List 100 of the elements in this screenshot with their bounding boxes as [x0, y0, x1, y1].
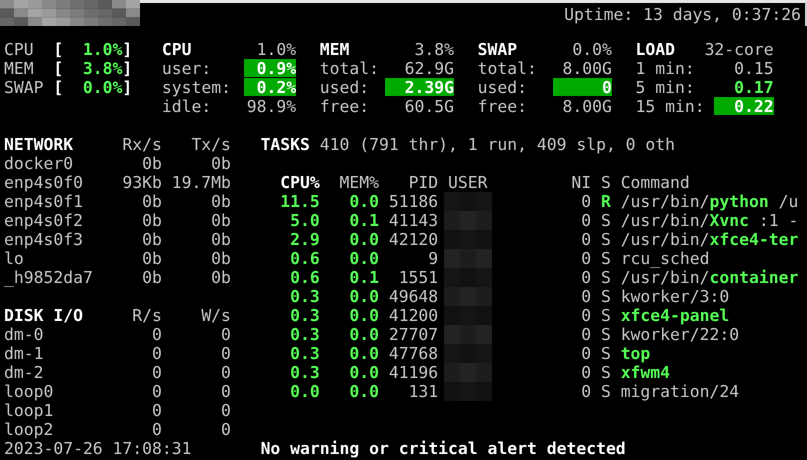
mem-percent-cell-text: 0.0 — [348, 230, 379, 249]
process-name: migration/24 — [620, 382, 740, 401]
pid-cell-text: 131 — [408, 382, 438, 401]
command-args: /u — [778, 192, 798, 211]
state-cell: R — [600, 192, 611, 211]
tx-rate: 0b — [210, 192, 231, 211]
column-header[interactable]: Command — [620, 173, 690, 192]
disk-name: dm-0 — [4, 325, 44, 344]
column-header[interactable]: MEM% — [320, 173, 379, 192]
section-total: 3.8% — [414, 40, 454, 59]
stat-value: 0.9% — [244, 59, 296, 77]
bracket-text: ] — [122, 59, 132, 78]
mem-percent-cell-text: 0.0 — [348, 287, 379, 306]
meter-label: SWAP — [4, 78, 44, 97]
stat-value: 98.9% — [246, 97, 296, 115]
nice-cell-text: 0 — [580, 192, 592, 211]
section-title: NETWORK — [4, 135, 74, 154]
section-total: 1.0% — [256, 40, 296, 59]
process-name: top — [620, 344, 650, 363]
state-cell: S — [600, 230, 611, 249]
interface-name: _h9852da7 — [4, 268, 93, 287]
bracket-text: ] — [122, 78, 132, 97]
process-name: kworker/22:0 — [620, 325, 740, 344]
mem-percent-cell-text: 0.1 — [348, 268, 379, 287]
interface-name: lo — [4, 249, 25, 268]
state-cell: S — [600, 211, 611, 230]
section-title: DISK I/O — [4, 306, 84, 325]
cpu-percent-cell-text: 0.0 — [289, 382, 320, 401]
pid-cell-text: 41143 — [388, 211, 438, 230]
stat-value: 2.39G — [384, 78, 454, 96]
state-cell: S — [600, 344, 611, 363]
mem-percent-cell-text: 0.0 — [348, 344, 379, 363]
process-name: xfwm4 — [620, 363, 670, 382]
column-header: W/s — [200, 306, 231, 325]
pid-cell-text: 42120 — [388, 230, 438, 249]
stat-label: user: — [162, 59, 212, 78]
cpu-percent-cell-text: 0.3 — [289, 344, 320, 363]
stat-value: 0 — [552, 78, 612, 96]
date-time: 2023-07-26 17:08:31 — [4, 439, 192, 458]
bracket-text: ] — [122, 40, 132, 59]
mem-percent-cell-text: 0.0 — [348, 325, 379, 344]
command-path: /usr/bin/ — [620, 192, 710, 211]
tx-rate: 0b — [210, 211, 231, 230]
state-cell: S — [600, 249, 611, 268]
mem-percent-cell-text: 0.0 — [348, 249, 379, 268]
state-cell: S — [600, 363, 611, 382]
state-cell: S — [600, 382, 611, 401]
tx-rate: 0b — [210, 249, 231, 268]
rx-rate: 0b — [141, 211, 162, 230]
disk-name: loop2 — [4, 420, 54, 439]
write-rate: 0 — [220, 363, 231, 382]
stat-value: 0.22 — [714, 97, 774, 115]
column-header: Tx/s — [190, 135, 231, 154]
nice-cell-text: 0 — [580, 211, 592, 230]
stat-value: 62.9G — [404, 59, 454, 77]
pid-cell-text: 27707 — [388, 325, 438, 344]
interface-name: enp4s0f1 — [4, 192, 84, 211]
meter-value: 3.8% — [82, 59, 122, 78]
rx-rate: 0b — [141, 249, 162, 268]
interface-name: enp4s0f0 — [4, 173, 84, 192]
process-name: Xvnc — [710, 211, 749, 230]
command-path: /usr/bin/ — [620, 268, 710, 287]
tx-rate: 0b — [210, 230, 231, 249]
cpu-percent-cell-text: 0.3 — [289, 363, 320, 382]
read-rate: 0 — [150, 363, 162, 382]
write-rate: 0 — [220, 325, 231, 344]
mem-percent-cell-text: 0.0 — [348, 363, 379, 382]
command-args: :1 - — [758, 211, 798, 230]
stat-label: 5 min: — [636, 78, 695, 97]
nice-cell-text: 0 — [580, 306, 592, 325]
section-title: SWAP — [478, 40, 518, 59]
column-header[interactable]: CPU% — [260, 173, 320, 192]
meter-value: 0.0% — [82, 78, 122, 97]
write-rate: 0 — [220, 382, 231, 401]
state-cell: S — [600, 287, 611, 306]
stat-label: 1 min: — [636, 59, 695, 78]
command-path: /usr/bin/ — [620, 211, 710, 230]
pid-cell-text: 41200 — [388, 306, 438, 325]
read-rate: 0 — [150, 325, 162, 344]
state-cell: S — [600, 306, 611, 325]
nice-cell-text: 0 — [580, 325, 592, 344]
bracket-text: [ — [53, 40, 64, 59]
tx-rate: 0b — [210, 268, 231, 287]
rx-rate: 0b — [141, 192, 162, 211]
column-header[interactable]: S — [600, 173, 611, 192]
interface-name: docker0 — [4, 154, 74, 173]
stat-label: 15 min: — [636, 97, 705, 116]
column-header[interactable]: PID — [378, 173, 438, 192]
read-rate: 0 — [150, 344, 162, 363]
stat-value: 0.15 — [733, 59, 774, 77]
disk-name: dm-2 — [4, 363, 44, 382]
stat-value: 8.00G — [561, 59, 612, 77]
disk-name: loop1 — [4, 401, 54, 420]
stat-label: used: — [478, 78, 527, 97]
cpu-percent-cell-text: 2.9 — [289, 230, 320, 249]
stat-label: idle: — [162, 97, 212, 116]
pid-cell-text: 49648 — [388, 287, 438, 306]
cpu-percent-cell-text: 11.5 — [279, 192, 320, 211]
write-rate: 0 — [220, 344, 231, 363]
section-total: 0.0% — [572, 40, 612, 59]
